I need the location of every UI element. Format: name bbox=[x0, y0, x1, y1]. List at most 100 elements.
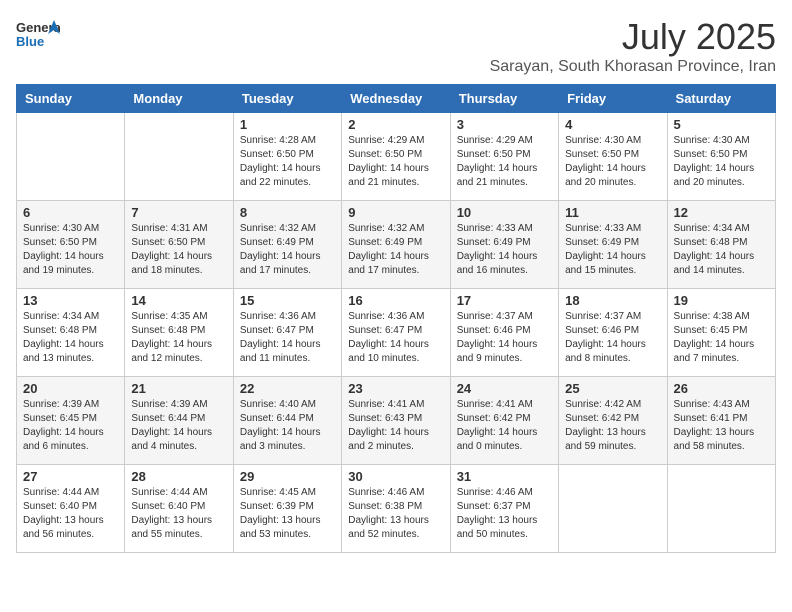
logo-icon: General Blue bbox=[16, 16, 60, 52]
day-detail: Sunrise: 4:30 AMSunset: 6:50 PMDaylight:… bbox=[565, 134, 660, 190]
weekday-header-monday: Monday bbox=[125, 85, 233, 113]
calendar-week-row: 6 Sunrise: 4:30 AMSunset: 6:50 PMDaylight… bbox=[17, 201, 776, 289]
weekday-header-sunday: Sunday bbox=[17, 85, 125, 113]
day-detail: Sunrise: 4:29 AMSunset: 6:50 PMDaylight:… bbox=[348, 134, 443, 190]
day-detail: Sunrise: 4:29 AMSunset: 6:50 PMDaylight:… bbox=[457, 134, 552, 190]
day-detail: Sunrise: 4:33 AMSunset: 6:49 PMDaylight:… bbox=[457, 222, 552, 278]
calendar-cell: 22 Sunrise: 4:40 AMSunset: 6:44 PMDayligh… bbox=[233, 377, 341, 465]
day-detail: Sunrise: 4:31 AMSunset: 6:50 PMDaylight:… bbox=[131, 222, 226, 278]
day-detail: Sunrise: 4:36 AMSunset: 6:47 PMDaylight:… bbox=[240, 310, 335, 366]
calendar-week-row: 20Sunrise: 4:39 AMSunset: 6:45 PMDayligh… bbox=[17, 377, 776, 465]
day-detail: Sunrise: 4:30 AMSunset: 6:50 PMDaylight:… bbox=[674, 134, 769, 190]
day-detail: Sunrise: 4:30 AMSunset: 6:50 PMDaylight:… bbox=[23, 222, 118, 278]
calendar-cell: 19 Sunrise: 4:38 AMSunset: 6:45 PMDayligh… bbox=[667, 289, 775, 377]
day-detail: Sunrise: 4:35 AMSunset: 6:48 PMDaylight:… bbox=[131, 310, 226, 366]
calendar-week-row: 13Sunrise: 4:34 AMSunset: 6:48 PMDayligh… bbox=[17, 289, 776, 377]
calendar-cell: 30 Sunrise: 4:46 AMSunset: 6:38 PMDayligh… bbox=[342, 465, 450, 553]
day-number: 28 bbox=[131, 469, 226, 484]
calendar-week-row: 27Sunrise: 4:44 AMSunset: 6:40 PMDayligh… bbox=[17, 465, 776, 553]
calendar-cell: 16 Sunrise: 4:36 AMSunset: 6:47 PMDayligh… bbox=[342, 289, 450, 377]
day-detail: Sunrise: 4:45 AMSunset: 6:39 PMDaylight:… bbox=[240, 486, 335, 542]
calendar-cell bbox=[17, 113, 125, 201]
day-detail: Sunrise: 4:38 AMSunset: 6:45 PMDaylight:… bbox=[674, 310, 769, 366]
month-year-title: July 2025 bbox=[490, 16, 776, 58]
day-number: 14 bbox=[131, 293, 226, 308]
calendar-cell: 11 Sunrise: 4:33 AMSunset: 6:49 PMDayligh… bbox=[559, 201, 667, 289]
day-detail: Sunrise: 4:28 AMSunset: 6:50 PMDaylight:… bbox=[240, 134, 335, 190]
calendar-cell bbox=[125, 113, 233, 201]
calendar-cell bbox=[667, 465, 775, 553]
day-number: 2 bbox=[348, 117, 443, 132]
calendar-cell: 1Sunrise: 4:28 AMSunset: 6:50 PMDaylight… bbox=[233, 113, 341, 201]
weekday-header-friday: Friday bbox=[559, 85, 667, 113]
calendar-cell: 9 Sunrise: 4:32 AMSunset: 6:49 PMDaylight… bbox=[342, 201, 450, 289]
day-detail: Sunrise: 4:41 AMSunset: 6:43 PMDaylight:… bbox=[348, 398, 443, 454]
calendar-cell: 27Sunrise: 4:44 AMSunset: 6:40 PMDayligh… bbox=[17, 465, 125, 553]
day-number: 18 bbox=[565, 293, 660, 308]
day-detail: Sunrise: 4:34 AMSunset: 6:48 PMDaylight:… bbox=[674, 222, 769, 278]
day-number: 11 bbox=[565, 205, 660, 220]
day-number: 3 bbox=[457, 117, 552, 132]
day-detail: Sunrise: 4:42 AMSunset: 6:42 PMDaylight:… bbox=[565, 398, 660, 454]
calendar-cell: 29Sunrise: 4:45 AMSunset: 6:39 PMDayligh… bbox=[233, 465, 341, 553]
day-number: 20 bbox=[23, 381, 118, 396]
calendar-cell: 4 Sunrise: 4:30 AMSunset: 6:50 PMDaylight… bbox=[559, 113, 667, 201]
day-number: 31 bbox=[457, 469, 552, 484]
day-detail: Sunrise: 4:34 AMSunset: 6:48 PMDaylight:… bbox=[23, 310, 118, 366]
title-block: July 2025 Sarayan, South Khorasan Provin… bbox=[490, 16, 776, 76]
day-number: 17 bbox=[457, 293, 552, 308]
calendar-cell: 5 Sunrise: 4:30 AMSunset: 6:50 PMDaylight… bbox=[667, 113, 775, 201]
calendar-cell: 31 Sunrise: 4:46 AMSunset: 6:37 PMDayligh… bbox=[450, 465, 558, 553]
calendar-cell: 6 Sunrise: 4:30 AMSunset: 6:50 PMDaylight… bbox=[17, 201, 125, 289]
day-number: 19 bbox=[674, 293, 769, 308]
day-number: 30 bbox=[348, 469, 443, 484]
day-number: 6 bbox=[23, 205, 118, 220]
day-detail: Sunrise: 4:44 AMSunset: 6:40 PMDaylight:… bbox=[23, 486, 118, 542]
calendar-week-row: 1Sunrise: 4:28 AMSunset: 6:50 PMDaylight… bbox=[17, 113, 776, 201]
calendar-cell: 2 Sunrise: 4:29 AMSunset: 6:50 PMDaylight… bbox=[342, 113, 450, 201]
day-detail: Sunrise: 4:40 AMSunset: 6:44 PMDaylight:… bbox=[240, 398, 335, 454]
calendar-cell: 13Sunrise: 4:34 AMSunset: 6:48 PMDayligh… bbox=[17, 289, 125, 377]
weekday-header-row: SundayMondayTuesdayWednesdayThursdayFrid… bbox=[17, 85, 776, 113]
calendar-cell: 17 Sunrise: 4:37 AMSunset: 6:46 PMDayligh… bbox=[450, 289, 558, 377]
day-detail: Sunrise: 4:33 AMSunset: 6:49 PMDaylight:… bbox=[565, 222, 660, 278]
calendar-cell: 3 Sunrise: 4:29 AMSunset: 6:50 PMDaylight… bbox=[450, 113, 558, 201]
weekday-header-tuesday: Tuesday bbox=[233, 85, 341, 113]
calendar-cell: 12 Sunrise: 4:34 AMSunset: 6:48 PMDayligh… bbox=[667, 201, 775, 289]
day-number: 22 bbox=[240, 381, 335, 396]
calendar-cell: 20Sunrise: 4:39 AMSunset: 6:45 PMDayligh… bbox=[17, 377, 125, 465]
day-detail: Sunrise: 4:32 AMSunset: 6:49 PMDaylight:… bbox=[240, 222, 335, 278]
day-number: 8 bbox=[240, 205, 335, 220]
day-number: 21 bbox=[131, 381, 226, 396]
calendar-cell: 21Sunrise: 4:39 AMSunset: 6:44 PMDayligh… bbox=[125, 377, 233, 465]
day-number: 26 bbox=[674, 381, 769, 396]
calendar-cell: 25Sunrise: 4:42 AMSunset: 6:42 PMDayligh… bbox=[559, 377, 667, 465]
location-subtitle: Sarayan, South Khorasan Province, Iran bbox=[490, 58, 776, 76]
day-detail: Sunrise: 4:32 AMSunset: 6:49 PMDaylight:… bbox=[348, 222, 443, 278]
calendar-cell: 8 Sunrise: 4:32 AMSunset: 6:49 PMDaylight… bbox=[233, 201, 341, 289]
day-detail: Sunrise: 4:43 AMSunset: 6:41 PMDaylight:… bbox=[674, 398, 769, 454]
day-number: 4 bbox=[565, 117, 660, 132]
day-number: 9 bbox=[348, 205, 443, 220]
calendar-table: SundayMondayTuesdayWednesdayThursdayFrid… bbox=[16, 84, 776, 553]
day-detail: Sunrise: 4:41 AMSunset: 6:42 PMDaylight:… bbox=[457, 398, 552, 454]
day-detail: Sunrise: 4:46 AMSunset: 6:38 PMDaylight:… bbox=[348, 486, 443, 542]
day-detail: Sunrise: 4:37 AMSunset: 6:46 PMDaylight:… bbox=[457, 310, 552, 366]
day-number: 23 bbox=[348, 381, 443, 396]
day-detail: Sunrise: 4:36 AMSunset: 6:47 PMDaylight:… bbox=[348, 310, 443, 366]
calendar-cell: 15Sunrise: 4:36 AMSunset: 6:47 PMDayligh… bbox=[233, 289, 341, 377]
day-number: 16 bbox=[348, 293, 443, 308]
weekday-header-thursday: Thursday bbox=[450, 85, 558, 113]
day-number: 5 bbox=[674, 117, 769, 132]
weekday-header-saturday: Saturday bbox=[667, 85, 775, 113]
day-detail: Sunrise: 4:37 AMSunset: 6:46 PMDaylight:… bbox=[565, 310, 660, 366]
calendar-cell bbox=[559, 465, 667, 553]
calendar-cell: 28Sunrise: 4:44 AMSunset: 6:40 PMDayligh… bbox=[125, 465, 233, 553]
weekday-header-wednesday: Wednesday bbox=[342, 85, 450, 113]
calendar-cell: 7 Sunrise: 4:31 AMSunset: 6:50 PMDaylight… bbox=[125, 201, 233, 289]
day-number: 24 bbox=[457, 381, 552, 396]
calendar-cell: 14 Sunrise: 4:35 AMSunset: 6:48 PMDayligh… bbox=[125, 289, 233, 377]
day-number: 7 bbox=[131, 205, 226, 220]
day-detail: Sunrise: 4:46 AMSunset: 6:37 PMDaylight:… bbox=[457, 486, 552, 542]
day-number: 12 bbox=[674, 205, 769, 220]
